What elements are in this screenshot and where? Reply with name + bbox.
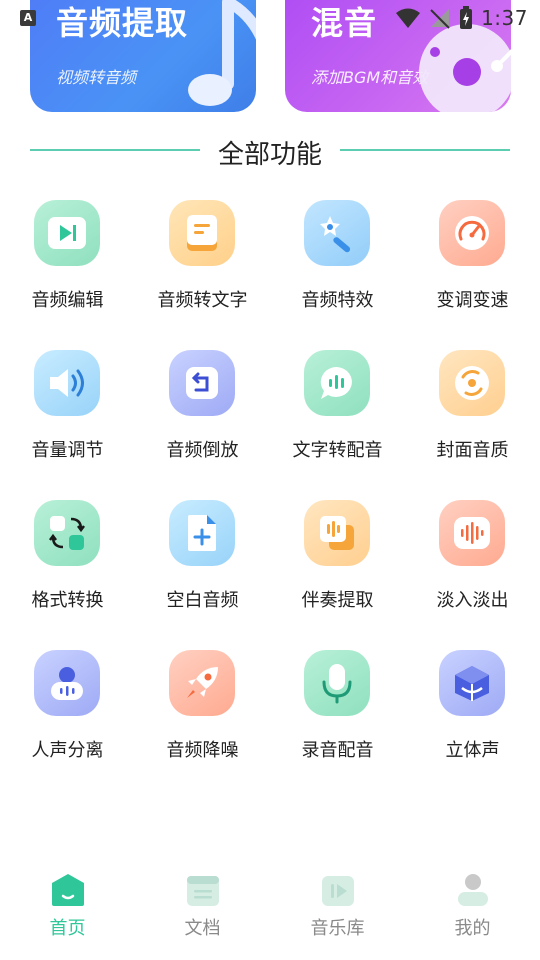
feature-vocal-separation[interactable]: 人声分离 — [0, 650, 135, 800]
feature-label: 文字转配音 — [292, 440, 383, 461]
feature-label: 音频编辑 — [31, 290, 104, 311]
feature-pitch-speed[interactable]: 变调变速 — [405, 200, 540, 350]
feature-label: 音频特效 — [301, 290, 374, 311]
feature-blank-audio[interactable]: 空白音频 — [135, 500, 270, 650]
feature-label: 音量调节 — [31, 440, 104, 461]
feature-format-convert[interactable]: 格式转换 — [0, 500, 135, 650]
nav-documents[interactable]: 文档 — [135, 870, 270, 960]
music-library-icon — [322, 876, 354, 906]
nav-label: 我的 — [454, 918, 491, 939]
banner-subtitle: 视频转音频 — [56, 68, 137, 87]
nav-label: 音乐库 — [310, 918, 365, 939]
feature-text-to-speech[interactable]: 文字转配音 — [270, 350, 405, 500]
microphone-icon — [304, 650, 370, 716]
user-icon — [458, 874, 488, 906]
nav-label: 首页 — [49, 918, 86, 939]
no-signal-icon — [430, 9, 450, 29]
document-list-icon — [187, 876, 219, 906]
status-bar: A 1:37 — [0, 0, 540, 36]
feature-label: 音频降噪 — [166, 740, 239, 761]
feature-label: 封面音质 — [436, 440, 509, 461]
status-icons: 1:37 — [395, 4, 528, 32]
speaker-icon — [34, 350, 100, 416]
battery-icon — [460, 6, 473, 29]
nav-music-library[interactable]: 音乐库 — [270, 870, 405, 960]
section-header: 全部功能 — [30, 130, 510, 170]
feature-fade[interactable]: 淡入淡出 — [405, 500, 540, 650]
feature-label: 音频转文字 — [157, 290, 248, 311]
waveform-icon — [439, 500, 505, 566]
section-title: 全部功能 — [217, 140, 322, 170]
clock: 1:37 — [481, 6, 528, 30]
waveform-card-icon — [304, 500, 370, 566]
nav-home[interactable]: 首页 — [0, 870, 135, 960]
feature-reverse[interactable]: 音频倒放 — [135, 350, 270, 500]
feature-label: 伴奏提取 — [301, 590, 374, 611]
rewind-icon — [169, 350, 235, 416]
feature-label: 空白音频 — [166, 590, 239, 611]
magic-wand-icon — [304, 200, 370, 266]
feature-label: 格式转换 — [31, 590, 104, 611]
nav-label: 文档 — [184, 918, 221, 939]
play-box-icon — [34, 200, 100, 266]
feature-label: 变调变速 — [436, 290, 509, 311]
speedometer-icon — [439, 200, 505, 266]
feature-label: 录音配音 — [301, 740, 374, 761]
rocket-icon — [169, 650, 235, 716]
feature-noise-reduction[interactable]: 音频降噪 — [135, 650, 270, 800]
feature-audio-effects[interactable]: 音频特效 — [270, 200, 405, 350]
convert-icon — [34, 500, 100, 566]
feature-label: 淡入淡出 — [436, 590, 509, 611]
feature-label: 音频倒放 — [166, 440, 239, 461]
nav-profile[interactable]: 我的 — [405, 870, 540, 960]
feature-stereo[interactable]: 立体声 — [405, 650, 540, 800]
feature-label: 人声分离 — [31, 740, 104, 761]
voice-separation-icon — [34, 650, 100, 716]
home-icon — [52, 874, 84, 906]
bottom-nav: 首页 文档 音乐库 我的 — [0, 870, 540, 960]
feature-audio-to-text[interactable]: 音频转文字 — [135, 200, 270, 350]
wifi-icon — [396, 8, 421, 28]
notification-badge-icon: A — [20, 10, 36, 26]
cube-icon — [439, 650, 505, 716]
disc-icon — [439, 350, 505, 416]
document-icon — [169, 200, 235, 266]
divider-right — [340, 149, 510, 151]
feature-accompaniment[interactable]: 伴奏提取 — [270, 500, 405, 650]
feature-label: 立体声 — [445, 740, 500, 761]
speech-bubble-icon — [304, 350, 370, 416]
new-file-icon — [169, 500, 235, 566]
feature-audio-edit[interactable]: 音频编辑 — [0, 200, 135, 350]
feature-recording[interactable]: 录音配音 — [270, 650, 405, 800]
feature-volume[interactable]: 音量调节 — [0, 350, 135, 500]
feature-cover-quality[interactable]: 封面音质 — [405, 350, 540, 500]
